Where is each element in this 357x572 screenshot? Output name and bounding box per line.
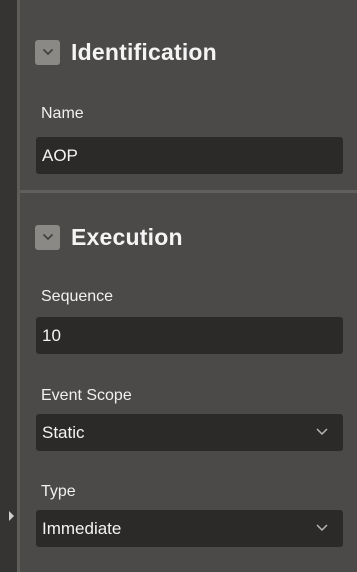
event-scope-value: Static <box>42 422 85 442</box>
identification-header[interactable]: Identification <box>35 36 217 68</box>
chevron-down-icon <box>316 428 328 435</box>
collapse-execution-button[interactable] <box>35 224 60 250</box>
type-label: Type <box>41 483 76 500</box>
chevron-down-icon <box>42 48 53 56</box>
identification-title: Identification <box>71 38 217 65</box>
left-rail <box>0 0 17 572</box>
name-input[interactable]: AOP <box>36 137 343 174</box>
type-select[interactable]: Immediate <box>36 510 343 547</box>
sequence-value: 10 <box>42 325 61 345</box>
execution-section: Execution Sequence 10 Event Scope Static… <box>20 197 357 572</box>
sequence-label: Sequence <box>41 288 114 305</box>
expand-handle-icon[interactable] <box>9 511 14 521</box>
sequence-input[interactable]: 10 <box>36 317 343 354</box>
chevron-down-icon <box>42 233 53 241</box>
event-scope-select[interactable]: Static <box>36 414 343 451</box>
type-value: Immediate <box>42 518 122 538</box>
name-value: AOP <box>42 145 78 165</box>
execution-header[interactable]: Execution <box>35 221 183 253</box>
chevron-down-icon <box>316 524 328 531</box>
execution-title: Execution <box>71 223 183 250</box>
name-label: Name <box>41 105 84 122</box>
identification-section: Identification Name AOP <box>20 0 357 193</box>
property-panel: Identification Name AOP Execution Sequen… <box>17 0 357 572</box>
event-scope-label: Event Scope <box>41 387 132 404</box>
collapse-identification-button[interactable] <box>35 39 60 65</box>
